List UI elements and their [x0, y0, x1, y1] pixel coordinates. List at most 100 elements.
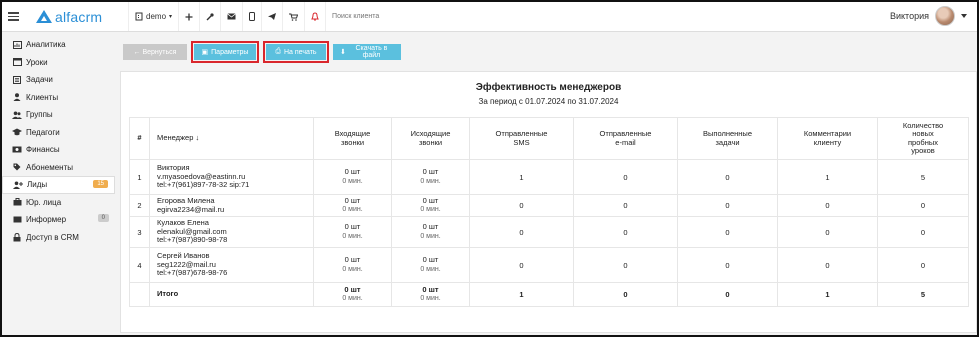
tag-icon [12, 163, 22, 171]
tasks-cell: 0 [677, 159, 778, 195]
email-cell: 0 [573, 247, 678, 283]
params-button-label: Параметры [211, 48, 249, 56]
sidebar: Аналитика Уроки Задачи Клиенты Группы Пе… [2, 33, 115, 335]
tasks-cell: 0 [677, 216, 778, 248]
col-email[interactable]: Отправленные e-mail [573, 117, 678, 160]
app-window: alfacrm demo ▾ Поиск клиента Виктория Ан… [0, 0, 979, 337]
col-outgoing[interactable]: Исходящие звонки [391, 117, 470, 160]
school-name: demo [146, 12, 167, 21]
row-num: 1 [129, 159, 150, 195]
bell-icon[interactable] [305, 2, 327, 31]
sidebar-item-finance[interactable]: Финансы [2, 141, 115, 159]
outgoing-cell: 0 шт 0 мин. [391, 194, 470, 217]
sidebar-item-label: Юр. лица [26, 197, 62, 207]
email-cell: 0 [573, 194, 678, 217]
sms-cell: 0 [469, 194, 574, 217]
print-highlight: ⎙ На печать [263, 41, 329, 63]
sidebar-item-analytics[interactable]: Аналитика [2, 36, 115, 54]
logo[interactable]: alfacrm [36, 9, 118, 25]
manager-cell[interactable]: Кулаков Елена elenakul@gmail.com tel:+7(98… [149, 216, 314, 248]
sidebar-item-subscriptions[interactable]: Абонементы [2, 159, 115, 177]
user-menu[interactable]: Виктория [890, 6, 967, 26]
plus-icon[interactable] [179, 2, 201, 31]
sidebar-item-label: Финансы [26, 145, 60, 155]
outgoing-cell: 0 шт 0 мин. [391, 216, 470, 248]
sidebar-item-clients[interactable]: Клиенты [2, 89, 115, 107]
sms-cell: 0 [469, 216, 574, 248]
sidebar-item-leads[interactable]: Лиды 15 [2, 176, 115, 194]
manager-cell[interactable]: Сергей Иванов seg1222@mail.ru tel:+7(987)6… [149, 247, 314, 283]
chevron-down-icon [961, 14, 967, 18]
sms-cell: 0 [469, 247, 574, 283]
table-row: 3 Кулаков Елена elenakul@gmail.com tel:+7(… [129, 216, 969, 248]
tasks-cell: 0 [677, 247, 778, 283]
sidebar-item-label: Уроки [26, 57, 48, 67]
incoming-cell: 0 шт 0 мин. [313, 159, 392, 195]
table-total-row: Итого 0 шт 0 мин. 0 шт 0 мин. 1 0 0 1 5 [129, 282, 969, 307]
download-button-label: Скачать в файл [355, 45, 388, 59]
sidebar-item-label: Информер [26, 215, 67, 225]
report-period: За период с 01.07.2024 по 31.07.2024 [478, 97, 619, 106]
manager-cell[interactable]: Виктория v.myasoedova@eastinn.ru tel:+7(96… [149, 159, 314, 195]
phone-icon[interactable] [243, 2, 263, 31]
table-row: 4 Сергей Иванов seg1222@mail.ru tel:+7(987… [129, 247, 969, 283]
outgoing-total: 0 шт 0 мин. [391, 282, 470, 307]
sidebar-item-legal-entities[interactable]: Юр. лица [2, 194, 115, 212]
user-icon [12, 93, 22, 102]
report-title: Эффективность менеджеров [475, 82, 622, 93]
school-selector[interactable]: demo ▾ [128, 2, 180, 31]
col-tasks[interactable]: Выполненные задачи [677, 117, 778, 160]
download-button[interactable]: ⬇ Скачать в файл [333, 44, 401, 60]
print-button[interactable]: ⎙ На печать [266, 44, 326, 60]
printer-icon: ⎙ [275, 48, 281, 55]
search-input[interactable] [332, 13, 453, 20]
sidebar-item-crm-access[interactable]: Доступ в CRM [2, 229, 115, 247]
money-icon [12, 146, 22, 153]
toolbar: demo ▾ [128, 2, 453, 31]
incoming-cell: 0 шт 0 мин. [313, 194, 392, 217]
comments-cell: 0 [777, 216, 878, 248]
sidebar-item-lessons[interactable]: Уроки [2, 54, 115, 72]
table-header-row: # Менеджер ↓ Входящие звонки Исходящие зво… [129, 117, 969, 160]
sidebar-item-teachers[interactable]: Педагоги [2, 124, 115, 142]
row-num: 4 [129, 247, 150, 283]
mail-icon[interactable] [221, 2, 244, 31]
row-num [129, 282, 150, 307]
top-bar: alfacrm demo ▾ Поиск клиента Виктория [2, 2, 977, 32]
users-icon [12, 111, 22, 119]
telegram-icon[interactable] [262, 2, 284, 31]
trials-total: 5 [877, 282, 969, 307]
sidebar-item-label: Доступ в CRM [26, 232, 79, 242]
main-content: ← Вернуться ▣ Параметры ⎙ На печать ⬇ Ск… [118, 33, 977, 335]
sidebar-item-label: Лиды [27, 180, 48, 190]
user-plus-icon [13, 181, 23, 189]
col-manager[interactable]: Менеджер ↓ [149, 117, 314, 160]
sms-cell: 1 [469, 159, 574, 195]
sidebar-item-groups[interactable]: Группы [2, 106, 115, 124]
email-total: 0 [573, 282, 678, 307]
comments-total: 1 [777, 282, 878, 307]
user-name: Виктория [889, 11, 929, 21]
back-button[interactable]: ← Вернуться [123, 44, 187, 60]
col-sms[interactable]: Отправленные SMS [469, 117, 574, 160]
col-comments[interactable]: Комментарии клиенту [777, 117, 878, 160]
comments-cell: 0 [777, 194, 878, 217]
col-incoming[interactable]: Входящие звонки [313, 117, 392, 160]
sidebar-item-label: Педагоги [26, 127, 60, 137]
tasks-cell: 0 [677, 194, 778, 217]
wrench-icon[interactable] [200, 2, 222, 31]
incoming-total: 0 шт 0 мин. [313, 282, 392, 307]
sidebar-item-tasks[interactable]: Задачи [2, 71, 115, 89]
inbox-icon [12, 216, 22, 223]
menu-icon[interactable] [8, 12, 30, 21]
col-num: # [129, 117, 150, 160]
col-trials[interactable]: Количество новых пробных уроков [877, 117, 969, 160]
avatar [935, 6, 955, 26]
sidebar-item-informer[interactable]: Информер 0 [2, 211, 115, 229]
comments-cell: 1 [777, 159, 878, 195]
sms-total: 1 [469, 282, 574, 307]
params-button[interactable]: ▣ Параметры [194, 44, 256, 60]
logo-text: alfacrm [55, 8, 103, 25]
manager-cell[interactable]: Егорова Милена egirva2234@mail.ru [149, 194, 314, 217]
cart-icon[interactable] [283, 2, 306, 31]
